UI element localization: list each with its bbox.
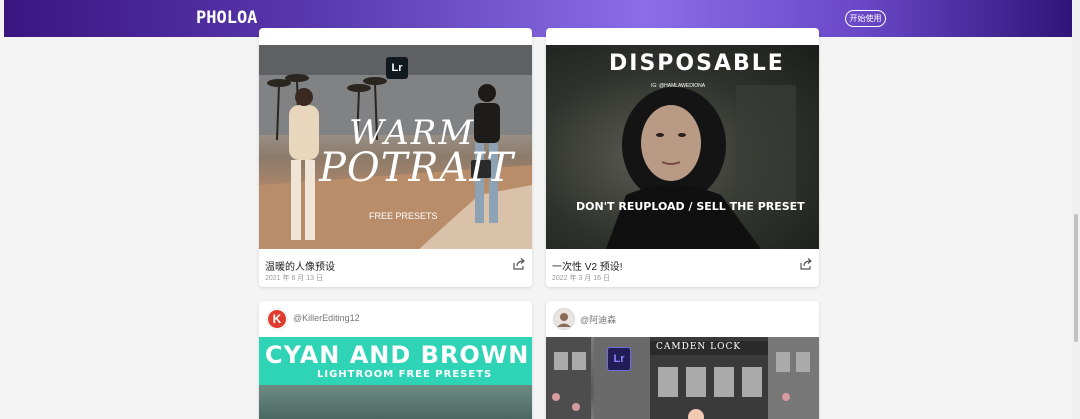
cover-title-cyan-brown: CYAN AND BROWN: [265, 341, 530, 369]
preset-cover-image[interactable]: CYAN AND BROWN LIGHTROOM FREE PRESETS: [259, 337, 532, 419]
author-avatar-letter: K: [268, 310, 286, 328]
lightroom-badge-icon: Lr: [607, 347, 631, 371]
share-icon[interactable]: [513, 258, 525, 270]
preset-card-warm-portrait[interactable]: Lr WARM POTRAIT FREE PRESETS 温暖的人像预设 202…: [259, 28, 532, 287]
lightroom-badge-icon: Lr: [386, 57, 408, 79]
scrollbar-track[interactable]: [1072, 0, 1080, 419]
author-row[interactable]: K @KillerEditing12: [259, 301, 532, 337]
lightroom-badge-label: Lr: [613, 353, 625, 365]
get-started-button[interactable]: 开始使用: [845, 10, 886, 27]
preset-date: 2021 年 6 月 13 日: [265, 275, 323, 282]
author-name[interactable]: @KillerEditing12: [293, 313, 360, 323]
scrollbar-thumb[interactable]: [1074, 214, 1078, 342]
cover-subtitle: LIGHTROOM FREE PRESETS: [317, 369, 493, 380]
lightroom-badge-label: Lr: [391, 62, 403, 74]
author-avatar[interactable]: [553, 308, 575, 330]
preset-card-disposable[interactable]: DISPOSABLE IG: @HAMLAWEDIONA DON'T REUPL…: [546, 28, 819, 287]
cover-shop-sign: CAMDEN LOCK: [656, 342, 742, 352]
cover-subtitle: FREE PRESETS: [369, 211, 438, 221]
top-navigation-bar: PHOLOA 开始使用: [4, 0, 1072, 37]
author-avatar[interactable]: K: [266, 308, 288, 330]
share-icon[interactable]: [800, 258, 812, 270]
preset-cover-image[interactable]: Lr CAMDEN LOCK: [546, 337, 819, 419]
cover-handle: IG: @HAMLAWEDIONA: [651, 83, 706, 89]
preset-cover-image[interactable]: Lr WARM POTRAIT FREE PRESETS: [259, 45, 532, 249]
author-row[interactable]: @阿迪森: [546, 301, 819, 337]
preset-card-cyan-brown[interactable]: K @KillerEditing12 CYAN AND BROWN LIGHTR…: [259, 301, 532, 419]
cover-title-disposable: DISPOSABLE: [609, 51, 785, 76]
preset-cover-image[interactable]: DISPOSABLE IG: @HAMLAWEDIONA DON'T REUPL…: [546, 45, 819, 249]
preset-title[interactable]: 一次性 V2 预设!: [552, 258, 623, 273]
cover-warning: DON'T REUPLOAD / SELL THE PRESET: [576, 200, 805, 213]
cover-title-potrait: POTRAIT: [319, 145, 514, 191]
site-logo[interactable]: PHOLOA: [196, 8, 257, 28]
author-name[interactable]: @阿迪森: [580, 313, 616, 326]
preset-date: 2022 年 3 月 16 日: [552, 275, 610, 282]
preset-card-camden-street[interactable]: @阿迪森 Lr CAMDEN LOCK: [546, 301, 819, 419]
preset-title[interactable]: 温暖的人像预设: [265, 258, 335, 273]
